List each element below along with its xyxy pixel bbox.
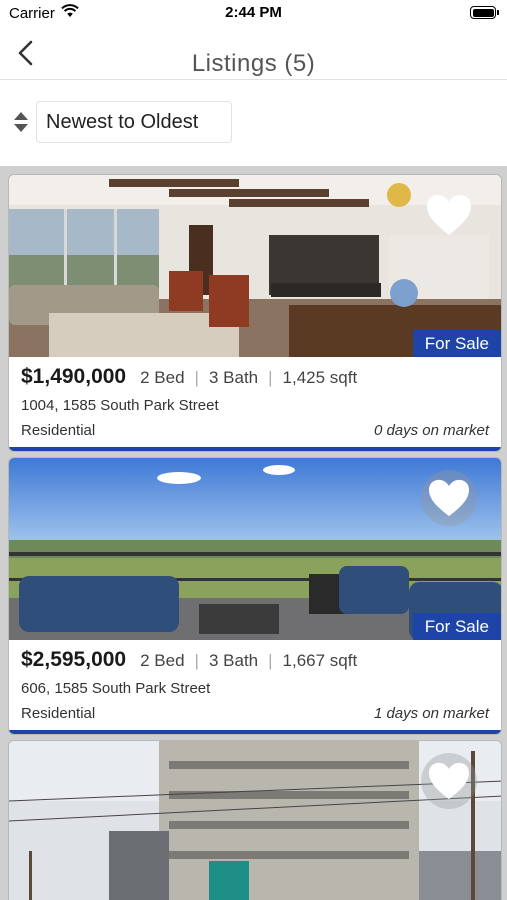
listing-sqft: 1,667 sqft (282, 651, 358, 670)
heart-icon (429, 762, 469, 800)
listing-info: $2,595,000 2 Bed | 3 Bath | 1,667 sqft 6… (9, 640, 501, 730)
sort-icon[interactable] (12, 110, 30, 134)
favorite-button[interactable] (421, 187, 477, 243)
listing-summary: $2,595,000 2 Bed | 3 Bath | 1,667 sqft (21, 648, 489, 672)
divider: | (268, 368, 273, 387)
status-time: 2:44 PM (225, 4, 282, 21)
listing-meta: Residential 0 days on market (21, 422, 489, 439)
status-bar: Carrier 2:44 PM (0, 0, 507, 28)
card-accent-bar (9, 730, 501, 734)
listing-photo[interactable]: For Sale (9, 458, 501, 640)
heart-icon (427, 195, 471, 235)
listing-type: Residential (21, 705, 96, 722)
card-accent-bar (9, 447, 501, 451)
listing-card[interactable]: For Sale $2,595,000 2 Bed | 3 Bath | 1,6… (8, 457, 502, 735)
status-badge: For Sale (412, 330, 501, 357)
listing-price: $1,490,000 (21, 365, 127, 388)
favorite-button[interactable] (421, 753, 477, 809)
listing-baths: 3 Bath (208, 368, 259, 387)
favorite-button[interactable] (421, 470, 477, 526)
days-on-market: 1 days on market (373, 705, 489, 722)
listing-info: $1,490,000 2 Bed | 3 Bath | 1,425 sqft 1… (9, 357, 501, 447)
sort-bar: Newest to Oldest (0, 80, 507, 166)
listing-card[interactable]: For Sale $1,490,000 2 Bed | 3 Bath | 1,4… (8, 174, 502, 452)
listing-price: $2,595,000 (21, 648, 127, 671)
listing-summary: $1,490,000 2 Bed | 3 Bath | 1,425 sqft (21, 365, 489, 389)
listing-baths: 3 Bath (208, 651, 259, 670)
listing-sqft: 1,425 sqft (282, 368, 358, 387)
listings-list[interactable]: For Sale $1,490,000 2 Bed | 3 Bath | 1,4… (0, 166, 507, 900)
listing-beds: 2 Bed (140, 368, 185, 387)
divider: | (268, 651, 273, 670)
page-title: Listings (5) (191, 50, 316, 77)
listing-card[interactable] (8, 740, 502, 900)
listing-beds: 2 Bed (140, 651, 185, 670)
listing-photo[interactable]: For Sale (9, 175, 501, 357)
battery-icon (470, 6, 499, 19)
listing-meta: Residential 1 days on market (21, 705, 489, 722)
heart-icon (429, 479, 469, 517)
nav-header: Listings (5) (0, 28, 507, 80)
divider: | (194, 651, 199, 670)
listing-type: Residential (21, 422, 96, 439)
listing-address: 606, 1585 South Park Street (21, 680, 211, 697)
sort-dropdown[interactable]: Newest to Oldest (36, 101, 232, 143)
days-on-market: 0 days on market (373, 422, 489, 439)
divider: | (194, 368, 199, 387)
listing-address: 1004, 1585 South Park Street (21, 397, 219, 414)
listing-photo[interactable] (9, 741, 501, 900)
status-badge: For Sale (412, 613, 501, 640)
